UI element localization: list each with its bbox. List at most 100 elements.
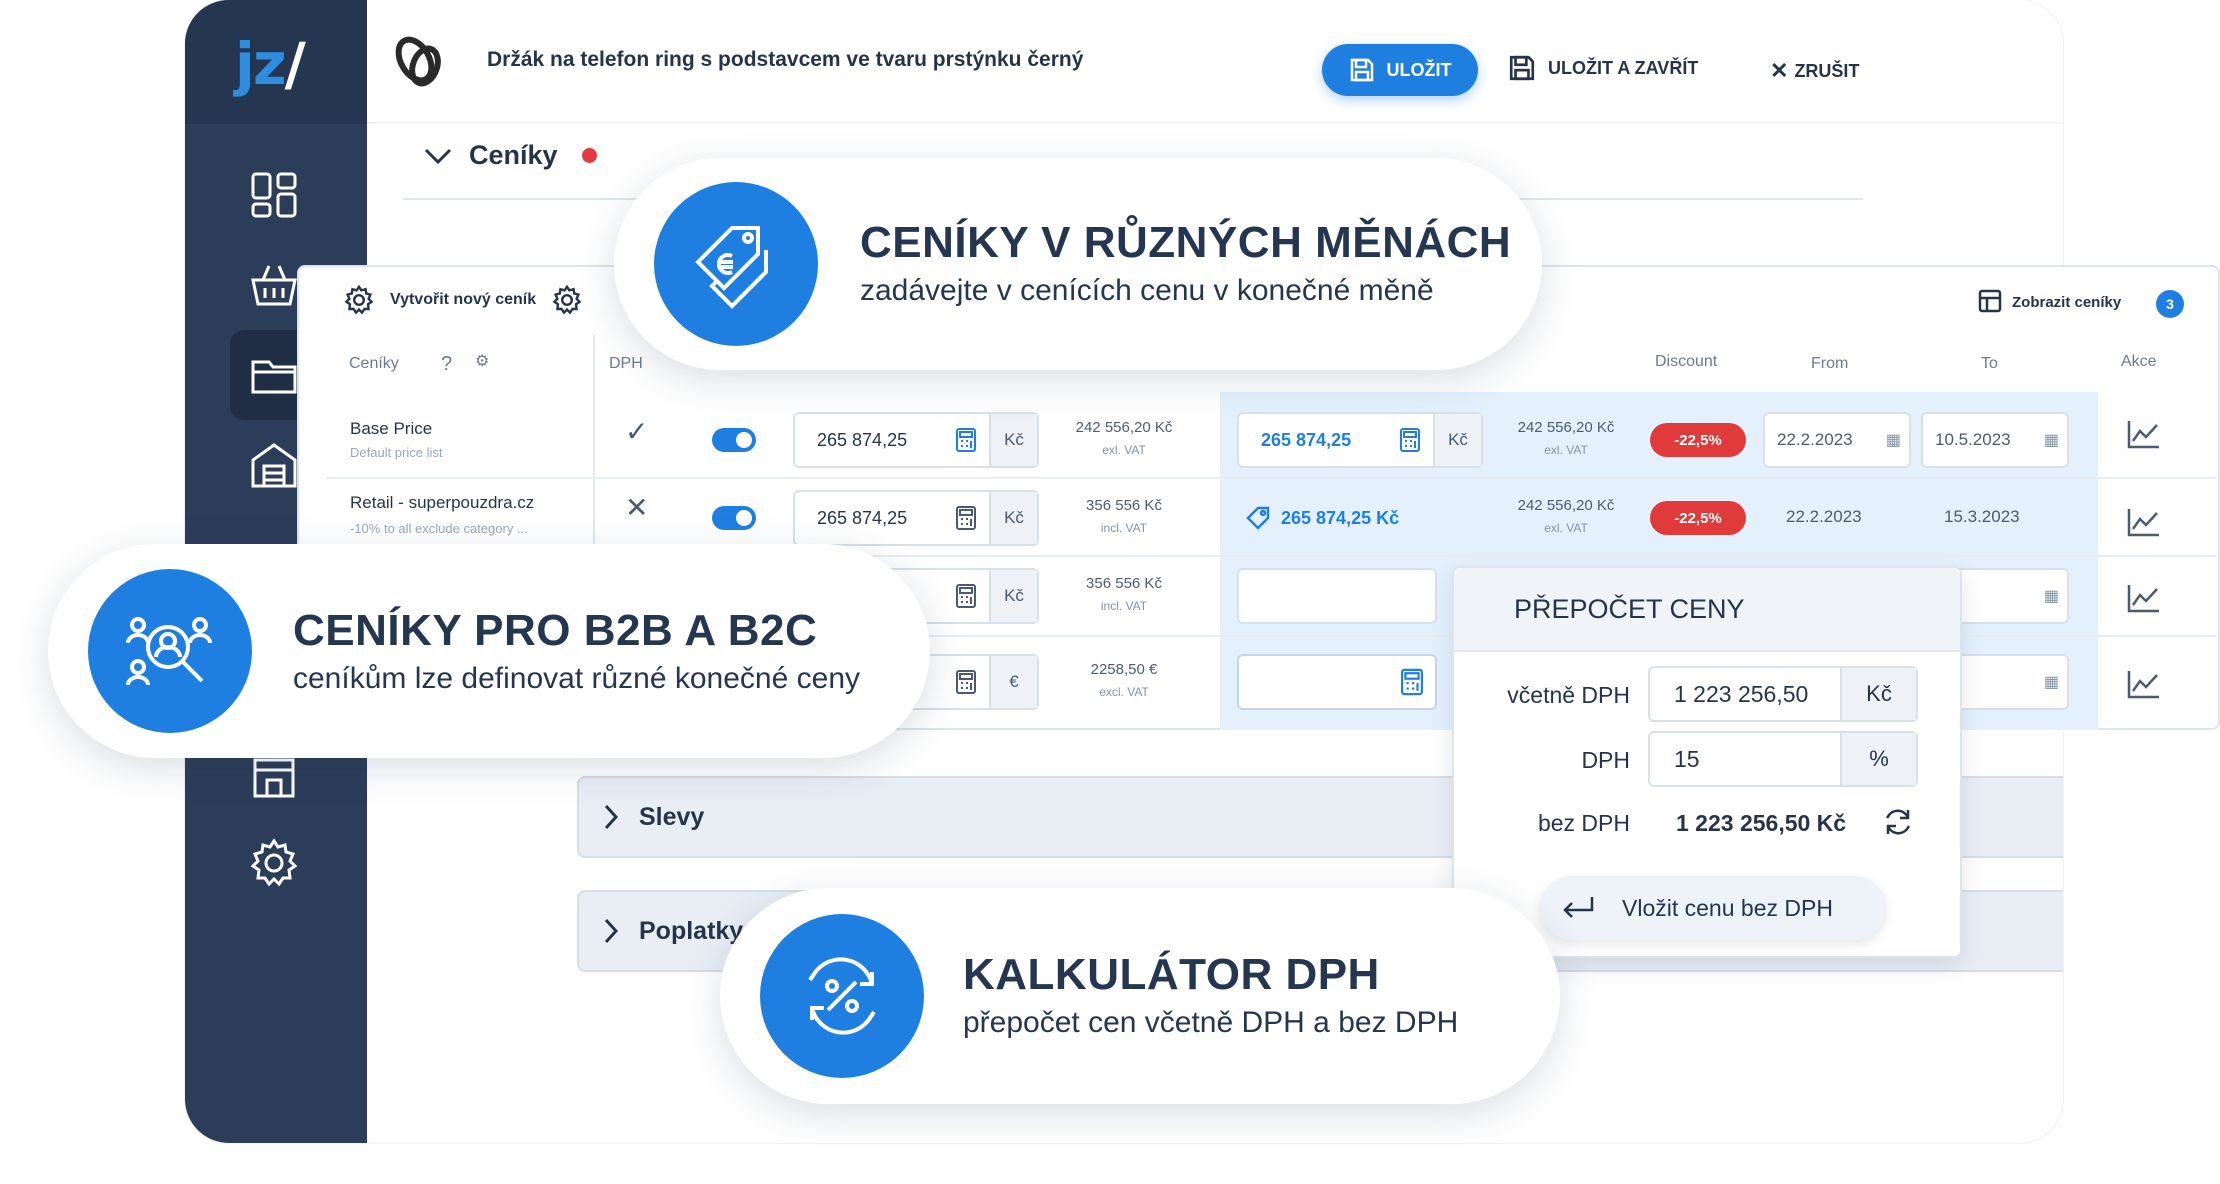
warehouse-icon[interactable]	[243, 434, 305, 496]
date-from-input[interactable]: 22.2.2023 ▦	[1763, 412, 1911, 468]
cancel-button[interactable]: ✕ ZRUŠIT	[1770, 58, 1859, 84]
discount-badge: -22,5%	[1650, 423, 1746, 457]
pricelists-section-toggle[interactable]: Ceníky	[423, 140, 597, 171]
pricelist-sub: -10% to all exclude category ...	[350, 521, 528, 536]
price-converted: 242 556,20 Kč exl. VAT	[1075, 419, 1173, 457]
save-label: ULOŽIT	[1386, 59, 1452, 80]
calendar-icon[interactable]: ▦	[2044, 430, 2059, 450]
pricelist-name[interactable]: Retail - superpouzdra.cz	[350, 493, 534, 513]
callout-currencies: CENÍKY V RŮZNÝCH MĚNÁCH zadávejte v cení…	[614, 158, 1542, 370]
price-input[interactable]: 265 874,25 Kč	[793, 412, 1039, 468]
pricelists-count-badge: 3	[2156, 290, 2184, 318]
basket-icon[interactable]	[243, 254, 305, 316]
chevron-right-icon	[604, 918, 619, 944]
save-button[interactable]: ULOŽIT	[1322, 44, 1478, 96]
price-converted: 2258,50 € excl. VAT	[1090, 661, 1158, 699]
excl-vat-value: 1 223 256,50 Kč	[1676, 810, 1847, 836]
callout-b2b-b2c: CENÍKY PRO B2B A B2C ceníkům lze definov…	[48, 544, 930, 758]
close-icon: ✕	[1770, 58, 1789, 83]
excl-vat-label: bez DPH	[1537, 810, 1630, 836]
col-header-pricelists: Ceníky	[349, 355, 399, 372]
table-settings-icon	[1978, 289, 2002, 313]
active-toggle[interactable]	[712, 428, 756, 452]
price-tags-euro-icon	[654, 182, 818, 346]
product-thumbnail-icon	[387, 30, 451, 94]
chevron-right-icon	[604, 804, 619, 830]
active-toggle[interactable]	[712, 506, 756, 530]
vat-rate-label: DPH	[1581, 747, 1630, 773]
save-icon	[1350, 58, 1373, 82]
date-to: 15.3.2023	[1944, 507, 2020, 526]
col-header-from: From	[1811, 355, 1849, 372]
final-price-input[interactable]	[1237, 568, 1437, 624]
incl-vat-input[interactable]: 1 223 256,50 Kč	[1648, 666, 1918, 722]
product-title: Držák na telefon ring s podstavcem ve tv…	[487, 48, 1084, 71]
poplatky-label: Poplatky	[639, 916, 744, 945]
section-title: Ceníky	[469, 140, 558, 170]
calendar-icon[interactable]: ▦	[2044, 586, 2059, 606]
callout-subtitle: přepočet cen včetně DPH a bez DPH	[963, 1006, 1459, 1039]
price-history-chart-icon[interactable]	[2127, 669, 2161, 699]
price-tag-icon	[1246, 506, 1270, 530]
save-and-close-button[interactable]: ULOŽIT A ZAVŘÍT	[1508, 54, 1698, 82]
insert-label: Vložit cenu bez DPH	[1622, 894, 1833, 921]
show-pricelists-label: Zobrazit ceníky	[2012, 293, 2122, 311]
settings-gear-icon[interactable]	[243, 832, 305, 894]
insert-price-excl-vat-button[interactable]: Vložit cenu bez DPH	[1540, 876, 1886, 940]
calculator-icon[interactable]	[943, 570, 989, 622]
calculator-title: PŘEPOČET CENY	[1454, 568, 1960, 652]
gear-icon[interactable]	[552, 285, 582, 315]
final-price-input[interactable]: 265 874,25 Kč	[1237, 412, 1483, 468]
create-pricelist-label: Vytvořit nový ceník	[390, 291, 537, 308]
customers-search-icon	[88, 569, 252, 733]
price-history-chart-icon[interactable]	[2127, 507, 2161, 537]
price-converted: 356 556 Kč incl. VAT	[1086, 497, 1162, 535]
callout-subtitle: ceníkům lze definovat různé konečné ceny	[293, 662, 860, 695]
callout-title: CENÍKY PRO B2B A B2C	[293, 606, 818, 655]
gear-icon[interactable]: ⚙	[475, 351, 489, 371]
incl-vat-label: včetně DPH	[1507, 682, 1630, 708]
date-from: 22.2.2023	[1786, 507, 1862, 526]
calculator-icon[interactable]	[943, 414, 989, 466]
create-pricelist-button[interactable]: Vytvořit nový ceník	[344, 285, 582, 315]
row-divider	[327, 477, 2217, 479]
calculator-icon[interactable]	[1389, 656, 1435, 708]
calendar-icon[interactable]: ▦	[2044, 672, 2059, 692]
callout-vat-calculator: KALKULÁTOR DPH přepočet cen včetně DPH a…	[720, 888, 1560, 1104]
vat-cross-icon[interactable]: ✕	[625, 491, 648, 524]
logo: jz/	[235, 30, 306, 98]
dashboard-icon[interactable]	[243, 164, 305, 226]
folder-icon[interactable]	[243, 344, 305, 406]
save-icon	[1509, 55, 1535, 81]
price-converted: 356 556 Kč incl. VAT	[1086, 575, 1162, 613]
vat-rate-input[interactable]: 15%	[1648, 731, 1918, 787]
refresh-icon[interactable]	[1882, 806, 1914, 838]
col-header-discount: Discount	[1655, 353, 1718, 370]
gear-icon	[344, 285, 374, 315]
final-converted: 242 556,20 Kč exl. VAT	[1517, 419, 1615, 457]
date-to-input[interactable]: 10.5.2023 ▦	[1921, 412, 2069, 468]
price-input[interactable]: 265 874,25 Kč	[793, 490, 1039, 546]
price-history-chart-icon[interactable]	[2127, 583, 2161, 613]
col-header-to: To	[1981, 355, 1998, 372]
calculator-icon[interactable]	[943, 492, 989, 544]
help-icon[interactable]: ?	[441, 353, 452, 376]
col-header-actions: Akce	[2121, 353, 2157, 370]
logo-header: jz/	[185, 0, 367, 124]
calculator-icon[interactable]	[1387, 414, 1433, 466]
final-price-display: 265 874,25 Kč	[1245, 505, 1399, 531]
unsaved-indicator	[581, 148, 597, 163]
slevy-label: Slevy	[639, 802, 705, 831]
final-price-input[interactable]	[1237, 654, 1437, 710]
calendar-icon[interactable]: ▦	[1886, 430, 1901, 450]
percent-cycle-icon	[760, 914, 924, 1078]
save-and-close-label: ULOŽIT A ZAVŘÍT	[1548, 57, 1699, 78]
show-pricelists-button[interactable]: Zobrazit ceníky	[1978, 289, 2121, 315]
pricelist-name[interactable]: Base Price	[350, 419, 432, 439]
chevron-down-icon	[424, 148, 452, 164]
price-history-chart-icon[interactable]	[2127, 419, 2161, 449]
calculator-icon[interactable]	[943, 656, 989, 708]
callout-subtitle: zadávejte v cenících cenu v konečné měně	[860, 274, 1434, 307]
discount-badge: -22,5%	[1650, 501, 1746, 535]
vat-check-icon[interactable]: ✓	[625, 415, 648, 448]
